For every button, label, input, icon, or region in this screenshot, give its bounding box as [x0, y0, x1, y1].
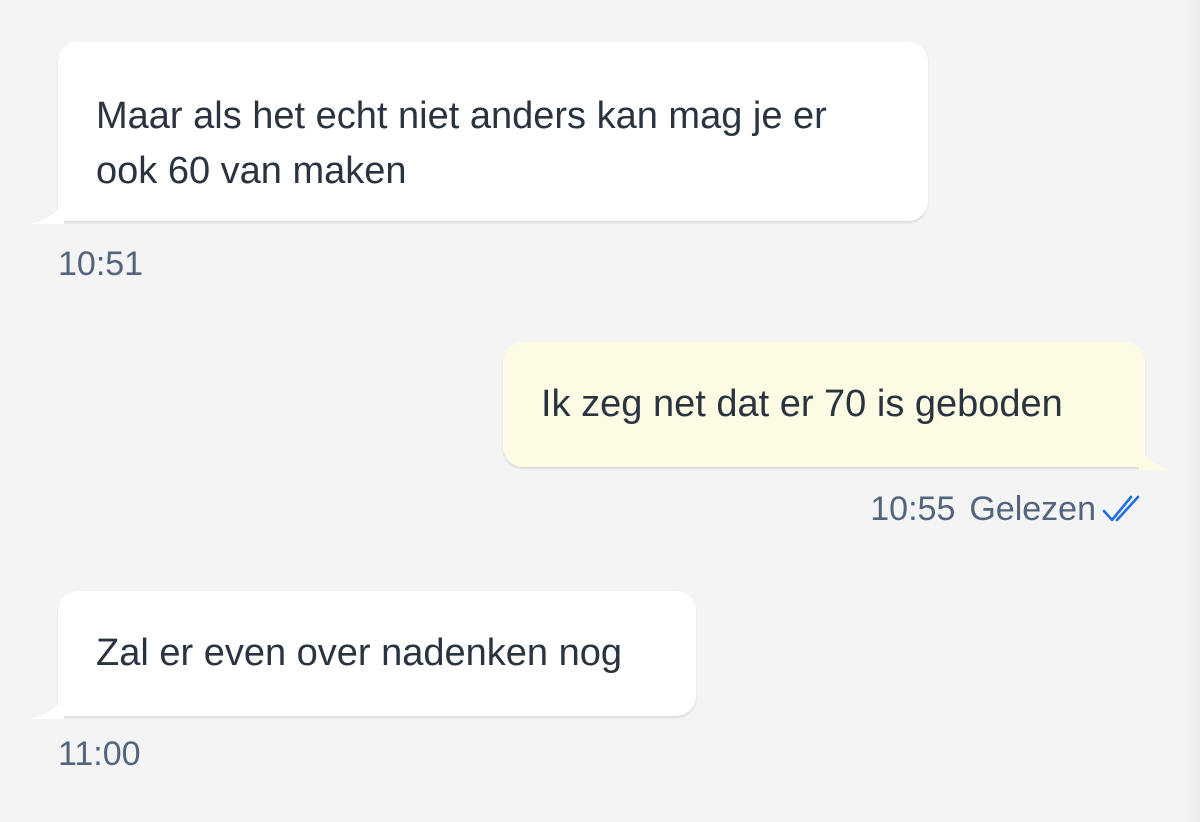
- message-text: Maar als het echt niet anders kan mag je…: [96, 95, 827, 192]
- bubble-tail: [30, 202, 64, 224]
- scrollbar-track[interactable]: [1182, 0, 1200, 822]
- message-text: Zal er even over nadenken nog: [96, 632, 623, 674]
- bubble-tail: [30, 697, 64, 719]
- message-text: Ik zeg net dat er 70 is geboden: [541, 383, 1063, 425]
- message-meta: 10:55 Gelezen: [870, 489, 1144, 529]
- double-check-icon: [1102, 495, 1140, 522]
- message-time: 10:55: [870, 490, 956, 528]
- bubble-tail: [1139, 448, 1173, 470]
- chat-thread[interactable]: Maar als het echt niet anders kan mag je…: [0, 0, 1200, 822]
- message-time: 11:00: [58, 735, 141, 773]
- read-status-label: Gelezen: [969, 490, 1096, 528]
- message-time: 10:51: [58, 245, 144, 283]
- message-bubble-outgoing[interactable]: Ik zeg net dat er 70 is geboden: [503, 342, 1173, 470]
- message-bubble-incoming[interactable]: Maar als het echt niet anders kan mag je…: [30, 42, 928, 224]
- message-bubble-incoming[interactable]: Zal er even over nadenken nog: [30, 591, 696, 719]
